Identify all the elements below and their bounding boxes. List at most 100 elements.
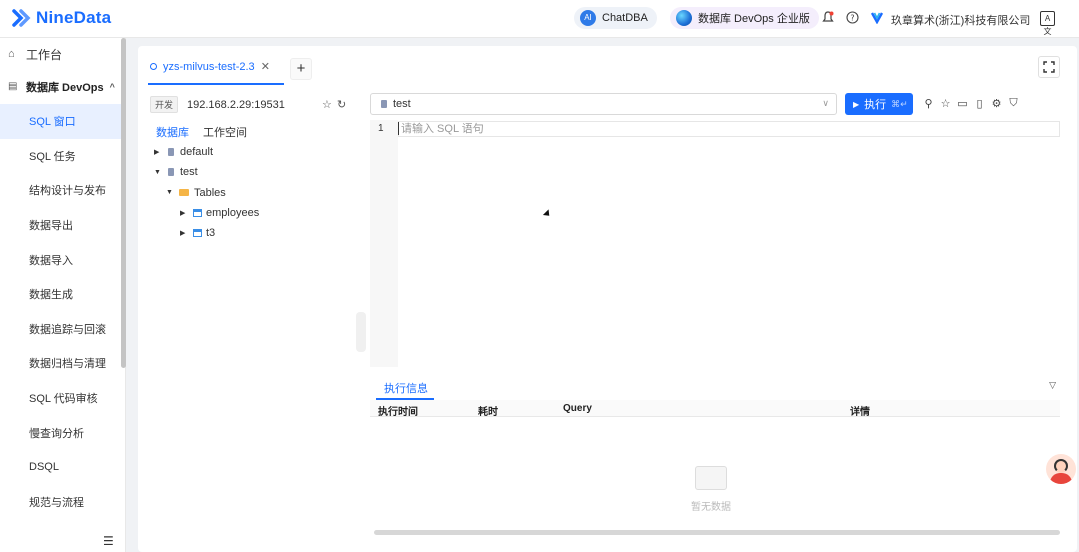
tree-node-default[interactable]: ▶ default [154, 142, 259, 162]
format-brush-icon[interactable]: ⚲ [920, 97, 937, 110]
caret-down-icon[interactable]: ▼ [166, 189, 176, 196]
tab-workspace[interactable]: 工作空间 [203, 124, 247, 140]
tree-node-test[interactable]: ▼ test [154, 162, 259, 182]
tab-bar: yzs-milvus-test-2.3 ✕ + [138, 46, 1077, 86]
chevron-up-icon: ^ [109, 82, 115, 92]
tree-node-label: Tables [194, 186, 226, 199]
panel-resize-handle[interactable] [356, 312, 366, 352]
run-button[interactable]: ▶ 执行 ⌘↵ [845, 93, 913, 115]
sidebar-item-label: 数据导出 [29, 220, 73, 233]
sidebar-item-sql-task[interactable]: SQL 任务 [0, 139, 125, 174]
collapse-sidebar-icon[interactable]: ☰ [103, 534, 114, 548]
editor-gutter [370, 120, 398, 367]
tree-node-employees[interactable]: ▶ employees [154, 203, 259, 223]
sidebar-item-data-rollback[interactable]: 数据追踪与回滚 [0, 312, 125, 347]
sidebar-group-devops[interactable]: ▤ 数据库 DevOps ^ [0, 70, 125, 104]
caret-right-icon[interactable]: ▶ [180, 229, 190, 237]
tree-node-t3[interactable]: ▶ t3 [154, 223, 259, 243]
tab-underline [148, 83, 284, 85]
schema-tree: ▶ default ▼ test ▼ Tables ▶ employees ▶ [154, 142, 259, 243]
caret-down-icon[interactable]: ▼ [154, 169, 164, 176]
logo-text: NineData [36, 8, 112, 27]
sidebar-item-sql-review[interactable]: SQL 代码审核 [0, 381, 125, 416]
tree-node-tables[interactable]: ▼ Tables [154, 183, 259, 203]
edition-button[interactable]: 数据库 DevOps 企业版 [670, 7, 819, 29]
connection-info: 开发 192.168.2.29:19531 [150, 96, 285, 113]
refresh-icon[interactable]: ↻ [337, 98, 346, 111]
devops-icon: ▤ [8, 81, 18, 92]
language-switch-icon[interactable]: A文 [1040, 11, 1055, 36]
folder-open-icon[interactable]: ▭ [954, 97, 971, 110]
help-icon[interactable]: ? [845, 11, 859, 25]
sidebar-item-data-generate[interactable]: 数据生成 [0, 277, 125, 312]
sidebar-item-slow-query[interactable]: 慢查询分析 [0, 415, 125, 450]
sidebar-item-data-export[interactable]: 数据导出 [0, 208, 125, 243]
empty-state: 暂无数据 [691, 466, 731, 513]
env-badge: 开发 [150, 96, 179, 113]
table-icon [193, 229, 202, 238]
caret-right-icon[interactable]: ▶ [154, 148, 164, 156]
company-name[interactable]: 玖章算术(浙江)科技有限公司 [891, 12, 1030, 28]
history-file-icon[interactable]: ▯ [971, 97, 988, 110]
tab-execution-info[interactable]: 执行信息 [384, 380, 428, 396]
text-cursor [398, 122, 399, 135]
globe-icon [676, 10, 692, 26]
sidebar-group-label: 数据库 DevOps [26, 82, 104, 94]
tree-node-label: test [180, 166, 198, 179]
sidebar-item-label: 数据追踪与回滚 [29, 323, 106, 336]
sidebar-item-data-import[interactable]: 数据导入 [0, 242, 125, 277]
caret-right-icon[interactable]: ▶ [180, 209, 190, 217]
chatdba-icon: AI [580, 10, 596, 26]
collapse-results-icon[interactable]: ▽ [1049, 380, 1056, 391]
sidebar-scrollbar[interactable] [121, 38, 126, 368]
sidebar-item-label: 工作台 [26, 47, 63, 62]
sql-editor-input[interactable]: 请输入 SQL 语句 [398, 121, 1060, 137]
add-tab-button[interactable]: + [290, 58, 312, 80]
sidebar-item-data-archive[interactable]: 数据归档与清理 [0, 346, 125, 381]
home-icon: ⌂ [8, 48, 15, 60]
security-shield-icon[interactable]: ⛉ [1005, 97, 1022, 110]
close-icon[interactable]: ✕ [261, 60, 270, 73]
connection-address[interactable]: 192.168.2.29:19531 [187, 99, 285, 111]
svg-text:?: ? [850, 14, 854, 23]
edition-label: 数据库 DevOps 企业版 [698, 13, 810, 25]
table-icon [193, 209, 202, 218]
selected-database: test [393, 98, 411, 110]
sidebar-item-sql-window[interactable]: SQL 窗口 [0, 104, 125, 139]
sidebar-item-label: 数据生成 [29, 289, 73, 302]
panel-tabs: 数据库 工作空间 [156, 124, 261, 140]
logo[interactable]: NineData [10, 6, 111, 30]
favorite-star-icon[interactable]: ☆ [937, 97, 954, 110]
sidebar-item-schema-design[interactable]: 结构设计与发布 [0, 173, 125, 208]
sidebar-item-label: 结构设计与发布 [29, 185, 106, 198]
sidebar-item-standards[interactable]: 规范与流程 [0, 485, 125, 520]
run-label: 执行 [864, 99, 887, 111]
chatdba-button[interactable]: AI ChatDBA [574, 7, 657, 29]
column-header: 执行时间 [378, 407, 418, 418]
sidebar-item-label: 规范与流程 [29, 496, 84, 509]
top-bar: NineData AI ChatDBA 数据库 DevOps 企业版 ? 玖章算… [0, 0, 1079, 38]
star-icon[interactable]: ☆ [322, 98, 332, 111]
sidebar: ⌂ 工作台 ▤ 数据库 DevOps ^ SQL 窗口 SQL 任务 结构设计与… [0, 38, 126, 552]
tab-connection[interactable]: yzs-milvus-test-2.3 ✕ [150, 60, 270, 73]
database-panel: 开发 192.168.2.29:19531 ☆ ↻ 数据库 工作空间 ▶ def… [138, 90, 360, 552]
notification-bell-icon[interactable] [821, 11, 835, 25]
support-avatar-icon[interactable] [1046, 454, 1076, 484]
company-logo-icon [870, 12, 884, 24]
sql-window-card: yzs-milvus-test-2.3 ✕ + 开发 192.168.2.29:… [138, 46, 1077, 552]
avatar-face [1054, 459, 1068, 473]
editor-area: test ∨ ▶ 执行 ⌘↵ ⚲ ☆ ▭ ▯ ⚙ ⛉ 1 请输入 SQL 语句 … [370, 90, 1064, 552]
fullscreen-icon[interactable] [1038, 56, 1060, 78]
tree-node-label: employees [206, 207, 260, 220]
database-select[interactable]: test ∨ [370, 93, 837, 115]
column-header: 耗时 [478, 407, 498, 418]
tree-node-label: default [180, 146, 214, 159]
sidebar-item-dsql[interactable]: DSQL [0, 450, 125, 485]
sidebar-item-label: DSQL [29, 461, 59, 474]
settings-gear-icon[interactable]: ⚙ [988, 97, 1005, 110]
sidebar-item-workbench[interactable]: ⌂ 工作台 [0, 38, 125, 70]
tab-database[interactable]: 数据库 [156, 124, 189, 140]
tree-node-label: t3 [206, 227, 216, 240]
horizontal-scrollbar[interactable] [374, 530, 1060, 535]
sidebar-item-label: SQL 代码审核 [29, 393, 98, 406]
